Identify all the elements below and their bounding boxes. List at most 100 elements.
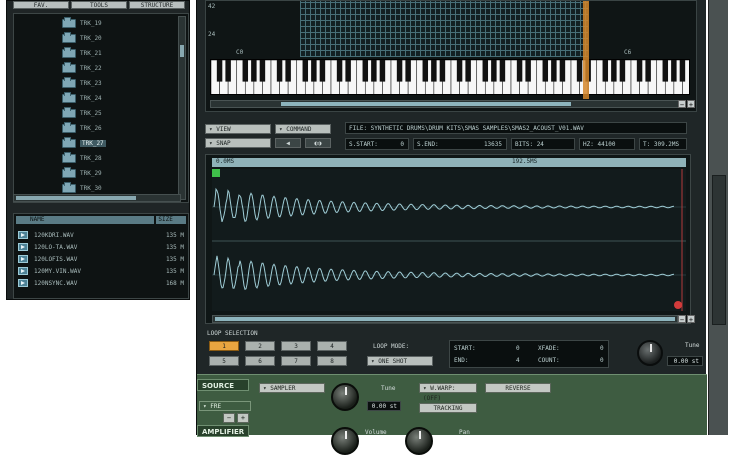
black-key[interactable] [345, 60, 350, 82]
tab-tools[interactable]: TOOLS [71, 1, 127, 9]
black-key[interactable] [637, 60, 642, 82]
pan-knob[interactable] [405, 427, 433, 455]
black-key[interactable] [225, 60, 230, 82]
view-dropdown[interactable]: ▾ VIEW [205, 124, 271, 134]
loop-tune-knob[interactable] [637, 340, 663, 366]
sample-end-marker[interactable] [674, 301, 682, 309]
wave-zoom-out-button[interactable]: − [678, 315, 686, 323]
black-key[interactable] [465, 60, 470, 82]
tree-vertical-scrollbar[interactable] [178, 16, 186, 200]
tab-fav[interactable]: FAV. [13, 1, 69, 9]
tab-structure[interactable]: STRUCTURE [129, 1, 185, 9]
loop-slot-button[interactable]: 8 [317, 356, 347, 366]
black-key[interactable] [251, 60, 256, 82]
folder-item[interactable]: TRK_25 [62, 108, 102, 119]
black-key[interactable] [645, 60, 650, 82]
folder-item[interactable]: TRK_20 [62, 33, 102, 44]
wave-zoom-in-button[interactable]: + [687, 315, 695, 323]
black-key[interactable] [260, 60, 265, 82]
folder-item[interactable]: TRK_19 [62, 18, 102, 29]
black-key[interactable] [620, 60, 625, 82]
black-key[interactable] [440, 60, 445, 82]
folder-item[interactable]: TRK_22 [62, 63, 102, 74]
black-key[interactable] [363, 60, 368, 82]
sampler-dropdown[interactable]: ▾ SAMPLER [259, 383, 325, 393]
waveform-display[interactable] [212, 169, 686, 311]
column-name-header[interactable]: NAME [16, 216, 154, 224]
folder-item[interactable]: TRK_21 [62, 48, 102, 59]
folder-item[interactable]: TRK_29 [62, 168, 102, 179]
tree-horizontal-scrollbar[interactable] [13, 194, 181, 202]
loop-slot-button[interactable]: 5 [209, 356, 239, 366]
black-key[interactable] [517, 60, 522, 82]
black-key[interactable] [525, 60, 530, 82]
loop-tune-value[interactable]: 0.00 st [667, 356, 703, 366]
file-row[interactable]: 120MY.VIN.WAV 135 M [18, 266, 188, 276]
waveform-scrollbar[interactable] [212, 315, 678, 323]
black-key[interactable] [551, 60, 556, 82]
folder-item[interactable]: TRK_26 [62, 123, 102, 134]
folder-item[interactable]: TRK_30 [62, 183, 102, 194]
black-key[interactable] [277, 60, 282, 82]
black-key[interactable] [680, 60, 685, 82]
file-row[interactable]: 120KDRI.WAV 135 M [18, 230, 188, 240]
black-key[interactable] [500, 60, 505, 82]
volume-knob[interactable] [331, 427, 359, 455]
column-size-header[interactable]: SIZE [156, 216, 186, 224]
source-tune-knob[interactable] [331, 383, 359, 411]
loop-slot-button[interactable]: 4 [317, 341, 347, 351]
black-key[interactable] [380, 60, 385, 82]
keyboard-scroll-thumb[interactable] [281, 102, 571, 106]
tree-scroll-thumb[interactable] [180, 45, 184, 57]
zoom-in-button[interactable]: + [687, 100, 695, 108]
black-key[interactable] [603, 60, 608, 82]
black-key[interactable] [303, 60, 308, 82]
black-key[interactable] [405, 60, 410, 82]
file-row[interactable]: 120LOFIS.WAV 135 M [18, 254, 188, 264]
folder-item[interactable]: TRK_23 [62, 78, 102, 89]
black-key[interactable] [397, 60, 402, 82]
loop-mode-dropdown[interactable]: ▾ ONE SHOT [367, 356, 433, 366]
file-row[interactable]: 120NSYNC.WAV 168 M [18, 278, 188, 288]
piano-keyboard[interactable] [210, 59, 690, 95]
sample-start-marker[interactable] [212, 169, 220, 177]
mapping-grid[interactable] [300, 1, 588, 57]
loop-toggle-button[interactable]: ◐◑ [305, 138, 331, 148]
amplifier-header[interactable]: AMPLIFIER [197, 425, 249, 437]
fre-dropdown[interactable]: ▾ FRE [199, 401, 251, 411]
loop-slot-button[interactable]: 2 [245, 341, 275, 351]
loop-slot-button[interactable]: 6 [245, 356, 275, 366]
file-row[interactable]: 120LO-TA.WAV 135 M [18, 242, 188, 252]
zoom-out-button[interactable]: − [678, 100, 686, 108]
loop-slot-button[interactable]: 1 [209, 341, 239, 351]
folder-item[interactable]: TRK_28 [62, 153, 102, 164]
black-key[interactable] [671, 60, 676, 82]
black-key[interactable] [457, 60, 462, 82]
loop-slot-button[interactable]: 3 [281, 341, 311, 351]
black-key[interactable] [337, 60, 342, 82]
main-scroll-thumb[interactable] [712, 175, 726, 325]
source-minus-button[interactable]: − [223, 413, 235, 423]
folder-item[interactable]: TRK_24 [62, 93, 102, 104]
command-dropdown[interactable]: ▾ COMMAND [275, 124, 331, 134]
time-ruler[interactable]: 0.0MS 192.5MS [212, 158, 686, 167]
tracking-button[interactable]: TRACKING [419, 403, 477, 413]
black-key[interactable] [663, 60, 668, 82]
source-tune-value[interactable]: 0.00 st [367, 401, 401, 411]
black-key[interactable] [543, 60, 548, 82]
warp-dropdown[interactable]: ▾ W.WARP: (OFF) [419, 383, 477, 393]
black-key[interactable] [311, 60, 316, 82]
main-vertical-scrollbar[interactable] [708, 0, 728, 435]
black-key[interactable] [217, 60, 222, 82]
play-button[interactable]: ◀ [275, 138, 301, 148]
black-key[interactable] [431, 60, 436, 82]
black-key[interactable] [577, 60, 582, 82]
black-key[interactable] [611, 60, 616, 82]
snap-dropdown[interactable]: ▾ SNAP [205, 138, 271, 148]
black-key[interactable] [491, 60, 496, 82]
black-key[interactable] [243, 60, 248, 82]
black-key[interactable] [285, 60, 290, 82]
waveform-scroll-thumb[interactable] [215, 317, 675, 321]
reverse-button[interactable]: REVERSE [485, 383, 551, 393]
black-key[interactable] [483, 60, 488, 82]
